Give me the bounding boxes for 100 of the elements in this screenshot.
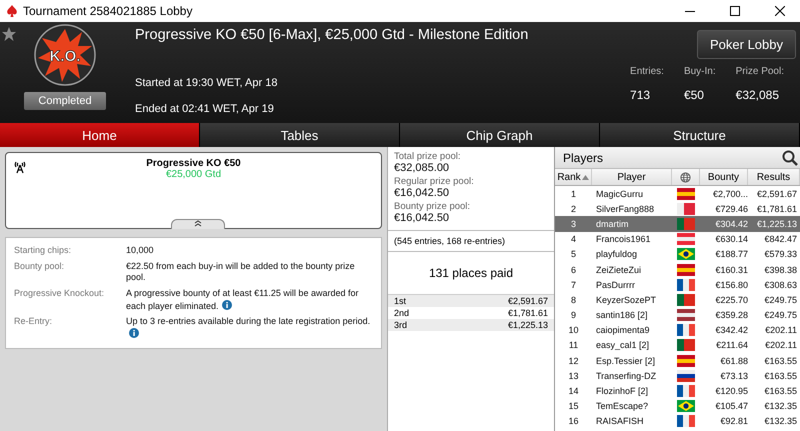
bounty-cell-text: €211.64 [715, 340, 748, 350]
player-name: SilverFang888 [595, 204, 656, 214]
column-header[interactable]: Player [592, 169, 672, 185]
result-cell-text: €1,225.13 [756, 218, 798, 229]
tab[interactable]: Home [0, 123, 200, 147]
flag-icon [677, 202, 695, 215]
player-name: Francois1961 [595, 234, 652, 244]
flag-icon [677, 415, 695, 428]
tab[interactable]: Structure [600, 123, 800, 147]
column-header[interactable]: Bounty [700, 169, 748, 185]
rank-cell-text: 8 [570, 294, 577, 305]
detail-value: €22.50 from each buy-in will be added to the bounty prize pool. [126, 260, 356, 284]
player-name: Transerfing-DZ [595, 370, 658, 381]
column-header[interactable]: Rank [555, 169, 592, 185]
result-cell-text: €132.35 [763, 401, 798, 412]
maximize-icon [730, 6, 740, 16]
player-name: easy_cal1 [2] [595, 340, 650, 350]
player-name: playfuldog [595, 249, 638, 260]
detail-label: Starting chips: [14, 245, 72, 257]
flag-icon [677, 248, 695, 260]
rank-cell-text: 11 [568, 340, 580, 350]
payout-amount: €1,781.61 [508, 308, 548, 318]
payout-place: 1st [394, 296, 406, 306]
result-cell-text: €579.33 [763, 249, 798, 260]
tab[interactable]: Tables [200, 123, 400, 147]
players-title: Players [563, 150, 604, 164]
logo-icon: K.O. [34, 24, 96, 86]
bounty-cell-text: €92.81 [719, 416, 748, 426]
banner-guarantee: €25,000 Gtd [166, 169, 222, 180]
player-row[interactable]: 3 dmartim €304.42 €1,225.13 [555, 216, 800, 232]
player-name: MagicGurru [595, 188, 644, 199]
bounty-cell-text: €73.13 [719, 370, 748, 381]
detail-value: A progressive bounty of at least €11.25 will be awarded for each player eliminated. [126, 288, 360, 312]
bounty-cell-text: €359.28 [714, 310, 748, 320]
column-header[interactable]: Results [748, 169, 800, 185]
flag-icon [677, 218, 695, 230]
entries-note: (545 entries, 168 re-entries) [388, 231, 554, 252]
player-row[interactable]: 2 SilverFang888 €729.46 €1,781.61 [555, 201, 800, 216]
collapse-button[interactable] [171, 219, 225, 229]
rank-cell-text: 7 [570, 280, 577, 290]
flag-icon [677, 309, 695, 322]
stat-value: 713 [630, 88, 650, 102]
rank-cell-text: 3 [570, 218, 577, 229]
info-icon[interactable] [222, 300, 232, 310]
bounty-cell-text: €630.14 [714, 234, 748, 244]
result-cell-text: €308.63 [763, 280, 798, 290]
result-cell-text: €163.55 [763, 356, 798, 366]
result-cell-text: €1,781.61 [756, 204, 798, 214]
player-name: KeyzerSozePT [595, 294, 658, 305]
flag-icon [677, 278, 695, 291]
window-title: Tournament 2584021885 Lobby [23, 4, 194, 18]
result-cell-text: €2,591.67 [756, 188, 798, 199]
bounty-cell-text: €160.31 [714, 264, 748, 275]
player-name: PasDurrrr [595, 280, 636, 290]
stat-label: Buy-In: [684, 66, 716, 77]
player-name: santin186 [2] [595, 310, 649, 320]
result-cell-text: €842.47 [763, 234, 798, 244]
status-label: Completed [24, 92, 106, 110]
flag-icon [677, 233, 695, 246]
star-icon[interactable] [2, 27, 16, 41]
rank-cell-text: 5 [570, 249, 577, 260]
rank-cell-text: 4 [570, 234, 577, 244]
player-name: ZeiZieteZui [595, 264, 642, 275]
rank-cell-text: 1 [570, 188, 577, 199]
result-cell-text: €163.55 [763, 386, 798, 396]
info-icon[interactable] [129, 328, 139, 338]
result-cell-text: €202.11 [764, 325, 798, 336]
result-cell-text: €249.75 [763, 294, 798, 305]
flag-icon [677, 294, 695, 306]
payout-place: 2nd [394, 308, 410, 318]
result-cell-text: €398.38 [763, 264, 798, 275]
rank-cell-text: 6 [570, 264, 577, 275]
pool-label: Regular prize pool: [394, 176, 475, 187]
result-cell-text: €132.35 [763, 416, 798, 426]
bounty-cell-text: €156.80 [714, 280, 748, 290]
detail-value: 10,000 [126, 245, 155, 257]
bounty-cell-text: €61.88 [719, 356, 748, 366]
end-time: Ended at 02:41 WET, Apr 19 [134, 102, 275, 117]
stat-label: Prize Pool: [736, 66, 784, 77]
banner-title: Progressive KO €50 [146, 158, 241, 169]
pool-value: €32,085.00 [394, 162, 450, 174]
flag-icon [677, 385, 695, 398]
flag-icon [677, 188, 695, 200]
bounty-cell-text: €225.70 [714, 294, 748, 305]
stat-value: €50 [684, 88, 704, 102]
result-cell-text: €163.55 [763, 370, 798, 381]
rank-cell-text: 14 [567, 386, 580, 396]
search-icon[interactable] [782, 150, 798, 166]
player-name: caiopimenta9 [595, 325, 651, 336]
player-name: Esp.Tessier [2] [595, 356, 656, 366]
tab[interactable]: Chip Graph [400, 123, 600, 147]
player-name: dmartim [595, 218, 630, 229]
player-row[interactable]: 4 Francois1961 €630.14 €842.47 [555, 232, 800, 247]
flag-icon [677, 339, 695, 352]
pool-value: €16,042.50 [394, 187, 450, 199]
poker-lobby-button[interactable]: Poker Lobby [697, 30, 796, 59]
globe-icon[interactable] [672, 169, 700, 185]
broadcast-icon [13, 160, 27, 174]
pool-value: €16,042.50 [394, 212, 450, 224]
rank-cell-text: 13 [567, 370, 580, 381]
